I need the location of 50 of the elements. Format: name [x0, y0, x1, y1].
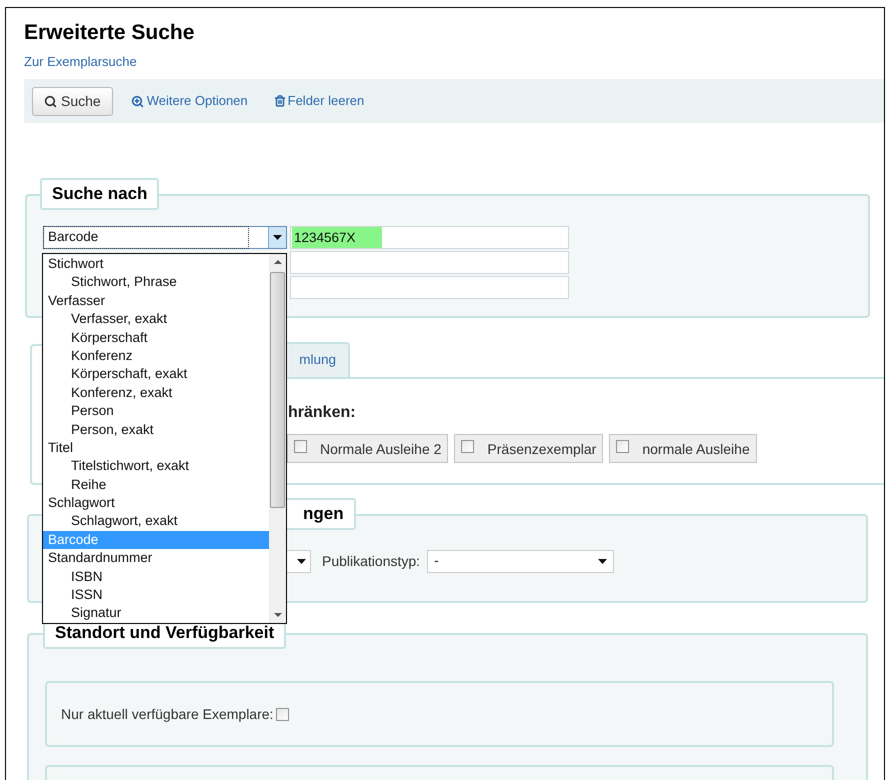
option-label: Normale Ausleihe 2 [320, 441, 442, 457]
caret-icon [598, 559, 608, 564]
section-legend: Suche nach [40, 178, 160, 210]
select-value: - [434, 552, 439, 570]
dropdown-option[interactable]: Reihe [43, 476, 269, 494]
dropdown-option[interactable]: ISSN [43, 586, 269, 604]
item-type-option[interactable]: normale Ausleihe [609, 434, 757, 463]
dropdown-option[interactable]: Person, exakt [43, 420, 269, 439]
search-button[interactable]: Suche [32, 86, 113, 116]
dropdown-option[interactable]: Stichwort, Phrase [43, 273, 269, 292]
zoom-in-icon [130, 94, 144, 108]
field-value: 1234567X [292, 227, 382, 248]
checkbox[interactable] [616, 440, 630, 453]
checkbox[interactable] [461, 440, 474, 453]
clear-fields-link[interactable]: Felder leeren [274, 91, 364, 111]
dropdown-option[interactable]: Konferenz, exakt [43, 384, 269, 402]
more-options-link[interactable]: Weitere Optionen [130, 91, 248, 111]
item-type-option[interactable]: Präsenzexemplar [454, 434, 604, 463]
dropdown-option[interactable]: Standardnummer [43, 549, 269, 568]
trash-icon [274, 95, 286, 107]
search-term-field[interactable] [290, 251, 569, 274]
caret-icon [273, 235, 282, 240]
search-term-field[interactable]: 1234567X [290, 226, 569, 249]
scrollbar[interactable] [269, 254, 286, 623]
index-select[interactable]: Barcode [43, 226, 287, 249]
dropdown-option[interactable]: Person [43, 402, 269, 421]
search-term-field[interactable] [290, 276, 569, 299]
scroll-thumb[interactable] [270, 272, 285, 508]
item-type-option[interactable]: Normale Ausleihe 2 [287, 434, 448, 463]
option-label: Präsenzexemplar [487, 441, 596, 457]
checkbox[interactable] [294, 440, 307, 453]
panel-heading: hränken: [287, 403, 357, 423]
dropdown-option[interactable]: Verfasser, exakt [43, 310, 269, 329]
dropdown-option[interactable]: Titelstichwort, exakt [43, 457, 269, 476]
page-title: Erweiterte Suche [24, 20, 196, 46]
dropdown-option[interactable]: Verfasser [43, 292, 269, 310]
availability-label: Nur aktuell verfügbare Exemplare: [61, 704, 274, 724]
publication-type-select[interactable]: - [427, 550, 614, 573]
field-label: Publikationstyp: [322, 552, 420, 571]
checkbox[interactable] [276, 708, 290, 720]
dropdown-option[interactable]: ISBN [43, 568, 269, 586]
caret-icon [297, 559, 306, 564]
dropdown-option[interactable]: Stichwort [43, 255, 269, 274]
dropdown-button[interactable] [268, 227, 286, 248]
scroll-up-icon[interactable] [274, 260, 282, 264]
dropdown-option[interactable]: Titel [43, 438, 269, 458]
item-search-link[interactable]: Zur Exemplarsuche [24, 54, 137, 70]
select-value: Barcode [44, 227, 248, 248]
option-label: normale Ausleihe [642, 441, 750, 457]
search-icon [44, 94, 57, 108]
